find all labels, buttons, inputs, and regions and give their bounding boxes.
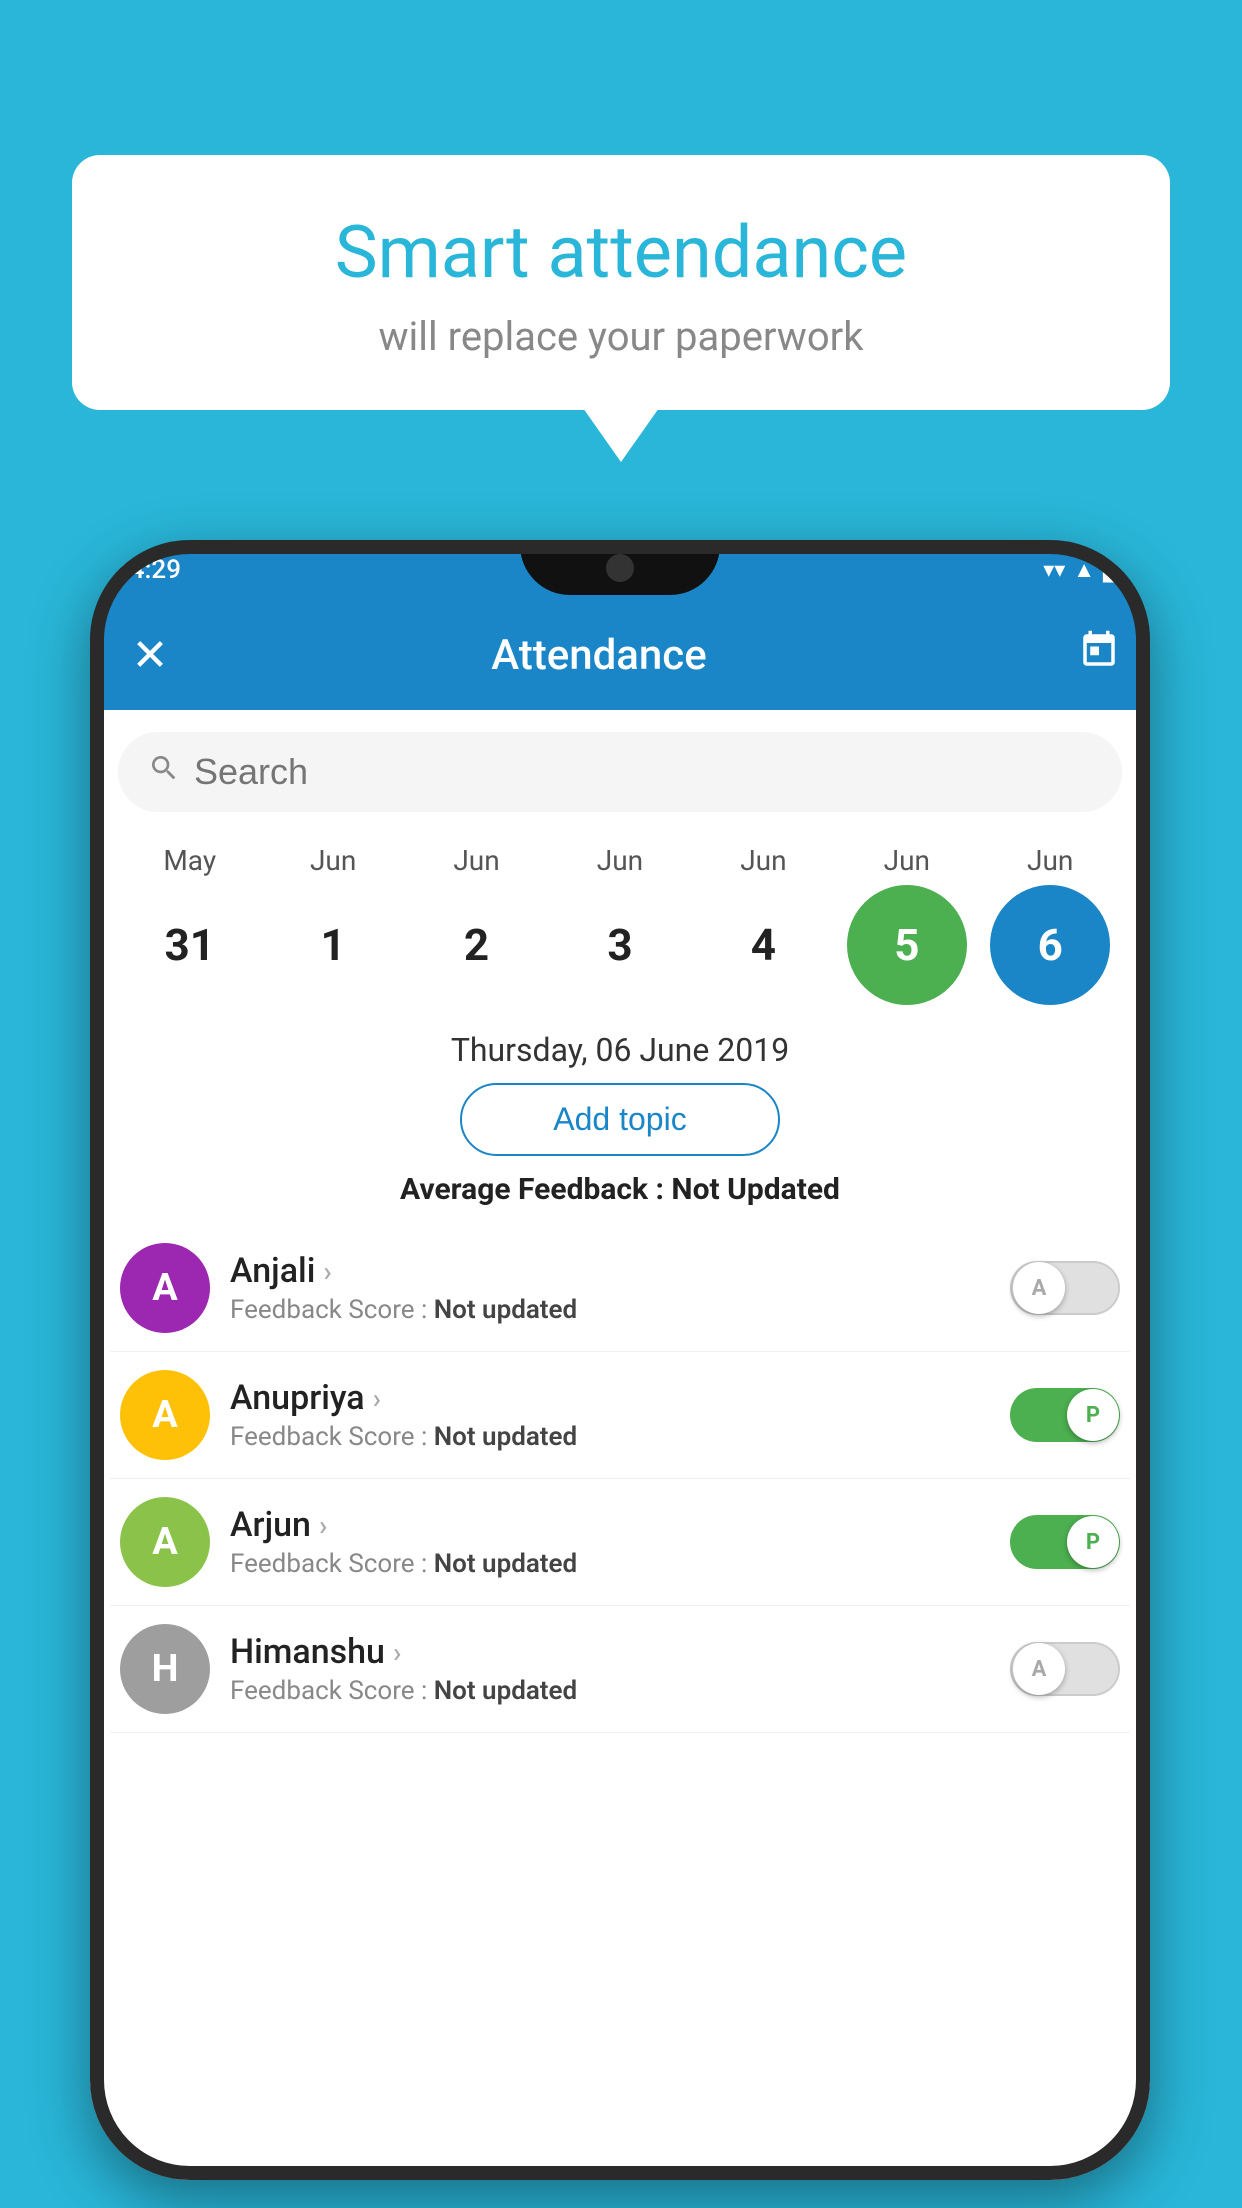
app-title: Attendance bbox=[120, 631, 1078, 680]
attendance-toggle[interactable]: A bbox=[1010, 1642, 1120, 1696]
toggle-container[interactable]: A bbox=[1010, 1642, 1120, 1696]
date-3[interactable]: 3 bbox=[560, 885, 680, 1005]
attendance-toggle[interactable]: P bbox=[1010, 1388, 1120, 1442]
toggle-container[interactable]: A bbox=[1010, 1261, 1120, 1315]
student-info: Arjun › Feedback Score : Not updated bbox=[230, 1505, 1010, 1579]
month-jun-6: Jun bbox=[990, 844, 1110, 877]
toggle-knob: A bbox=[1013, 1262, 1065, 1314]
toggle-container[interactable]: P bbox=[1010, 1388, 1120, 1442]
student-name[interactable]: Anupriya › bbox=[230, 1378, 1010, 1418]
student-avatar: A bbox=[120, 1497, 210, 1587]
student-avatar: H bbox=[120, 1624, 210, 1714]
camera bbox=[606, 554, 634, 582]
feedback-score: Feedback Score : Not updated bbox=[230, 1295, 1010, 1325]
search-input[interactable] bbox=[194, 751, 1092, 793]
calendar-button[interactable] bbox=[1078, 629, 1120, 681]
date-1[interactable]: 1 bbox=[273, 885, 393, 1005]
student-avatar: A bbox=[120, 1370, 210, 1460]
status-time: 14:29 bbox=[115, 555, 181, 585]
calendar-dates[interactable]: 31 1 2 3 4 5 6 bbox=[90, 881, 1150, 1021]
chevron-icon: › bbox=[323, 1255, 331, 1288]
battery-icon: ▊ bbox=[1103, 558, 1120, 583]
date-6-selected[interactable]: 6 bbox=[990, 885, 1110, 1005]
student-item[interactable]: H Himanshu › Feedback Score : Not update… bbox=[110, 1606, 1130, 1733]
student-info: Himanshu › Feedback Score : Not updated bbox=[230, 1632, 1010, 1706]
feedback-score: Feedback Score : Not updated bbox=[230, 1676, 1010, 1706]
month-jun-1: Jun bbox=[273, 844, 393, 877]
month-jun-3: Jun bbox=[560, 844, 680, 877]
student-list: A Anjali › Feedback Score : Not updated … bbox=[90, 1225, 1150, 1733]
attendance-toggle[interactable]: A bbox=[1010, 1261, 1120, 1315]
bubble-title: Smart attendance bbox=[132, 210, 1110, 295]
student-item[interactable]: A Anupriya › Feedback Score : Not update… bbox=[110, 1352, 1130, 1479]
selected-date-label: Thursday, 06 June 2019 bbox=[90, 1021, 1150, 1083]
speech-bubble: Smart attendance will replace your paper… bbox=[72, 155, 1170, 410]
app-bar: ✕ Attendance bbox=[90, 600, 1150, 710]
screen-content: May Jun Jun Jun Jun Jun Jun 31 1 2 3 4 5… bbox=[90, 710, 1150, 2180]
toggle-container[interactable]: P bbox=[1010, 1515, 1120, 1569]
avg-feedback-label: Average Feedback : bbox=[400, 1172, 671, 1207]
avg-feedback: Average Feedback : Not Updated bbox=[90, 1172, 1150, 1207]
feedback-score: Feedback Score : Not updated bbox=[230, 1549, 1010, 1579]
feedback-score: Feedback Score : Not updated bbox=[230, 1422, 1010, 1452]
toggle-knob: P bbox=[1067, 1389, 1119, 1441]
toggle-knob: P bbox=[1067, 1516, 1119, 1568]
avg-feedback-value: Not Updated bbox=[671, 1172, 840, 1207]
month-may: May bbox=[130, 844, 250, 877]
attendance-toggle[interactable]: P bbox=[1010, 1515, 1120, 1569]
status-icons: ▾▾ ▲ ▊ bbox=[1043, 557, 1120, 583]
chevron-icon: › bbox=[373, 1382, 381, 1415]
phone-notch bbox=[520, 540, 720, 595]
phone-frame: 14:29 ▾▾ ▲ ▊ ✕ Attendance Ma bbox=[90, 540, 1150, 2180]
student-name[interactable]: Anjali › bbox=[230, 1251, 1010, 1291]
wifi-icon: ▾▾ bbox=[1043, 558, 1065, 583]
month-jun-2: Jun bbox=[417, 844, 537, 877]
student-info: Anjali › Feedback Score : Not updated bbox=[230, 1251, 1010, 1325]
month-jun-5: Jun bbox=[847, 844, 967, 877]
date-4[interactable]: 4 bbox=[703, 885, 823, 1005]
add-topic-button[interactable]: Add topic bbox=[460, 1083, 780, 1156]
date-5-today[interactable]: 5 bbox=[847, 885, 967, 1005]
chevron-icon: › bbox=[393, 1636, 401, 1669]
month-jun-4: Jun bbox=[703, 844, 823, 877]
calendar-months: May Jun Jun Jun Jun Jun Jun bbox=[90, 834, 1150, 881]
student-item[interactable]: A Arjun › Feedback Score : Not updated P bbox=[110, 1479, 1130, 1606]
student-avatar: A bbox=[120, 1243, 210, 1333]
toggle-knob: A bbox=[1013, 1643, 1065, 1695]
search-bar[interactable] bbox=[118, 732, 1122, 812]
student-name[interactable]: Himanshu › bbox=[230, 1632, 1010, 1672]
date-31[interactable]: 31 bbox=[130, 885, 250, 1005]
bubble-subtitle: will replace your paperwork bbox=[132, 313, 1110, 360]
student-item[interactable]: A Anjali › Feedback Score : Not updated … bbox=[110, 1225, 1130, 1352]
student-info: Anupriya › Feedback Score : Not updated bbox=[230, 1378, 1010, 1452]
chevron-icon: › bbox=[319, 1509, 327, 1542]
signal-icon: ▲ bbox=[1073, 557, 1095, 583]
student-name[interactable]: Arjun › bbox=[230, 1505, 1010, 1545]
search-icon bbox=[148, 752, 180, 792]
date-2[interactable]: 2 bbox=[417, 885, 537, 1005]
